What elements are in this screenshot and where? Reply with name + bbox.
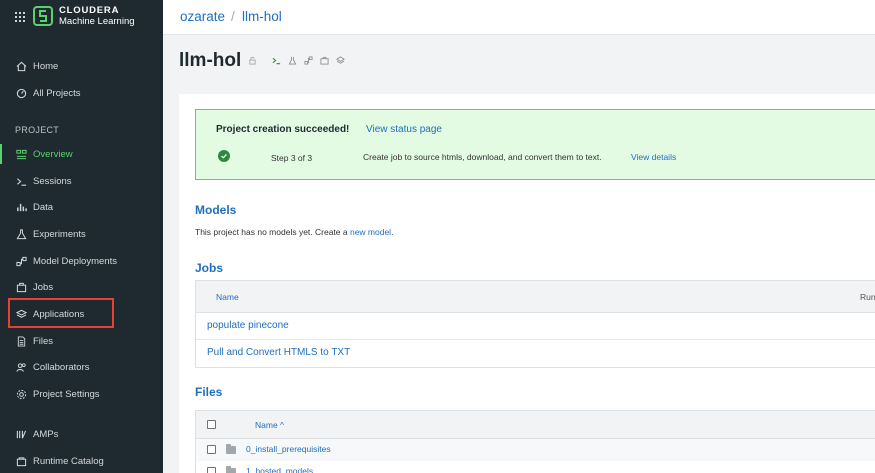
table-row: populate pinecone: [196, 313, 875, 340]
sidebar: CLOUDERA Machine Learning Home All Proje…: [0, 0, 163, 473]
sidebar-item-label: Experiments: [33, 228, 86, 240]
sidebar-item-jobs[interactable]: Jobs: [0, 275, 163, 299]
job-link[interactable]: Pull and Convert HTMLS to TXT: [207, 347, 350, 358]
gauge-icon: [15, 87, 27, 99]
models-empty-message: This project has no models yet. Create a: [195, 227, 350, 237]
overview-icon: [15, 148, 27, 160]
select-all-checkbox[interactable]: [207, 420, 216, 429]
breadcrumb-project[interactable]: llm-hol: [242, 9, 282, 24]
terminal-icon[interactable]: [272, 56, 281, 65]
step-description: Create job to source htmls, download, an…: [363, 152, 602, 162]
models-empty-text: This project has no models yet. Create a…: [195, 227, 393, 237]
job-link[interactable]: populate pinecone: [207, 320, 289, 331]
file-link[interactable]: 1_hosted_models: [246, 466, 313, 473]
deployments-icon: [15, 255, 27, 267]
sidebar-item-label: Sessions: [33, 175, 72, 187]
sidebar-item-label: Runtime Catalog: [33, 455, 104, 467]
catalog-icon: [15, 455, 27, 467]
cloudera-logo-icon: [33, 6, 53, 26]
files-table: Name ^ 0_install_prerequisites 1_hosted_…: [195, 410, 875, 473]
jobs-icon: [15, 281, 27, 293]
sidebar-item-label: Project Settings: [33, 388, 100, 400]
brand-name: CLOUDERA: [59, 5, 120, 16]
sidebar-item-files[interactable]: Files: [0, 329, 163, 353]
gear-icon: [15, 388, 27, 400]
users-icon: [15, 361, 27, 373]
sidebar-item-all-projects[interactable]: All Projects: [0, 81, 163, 105]
sidebar-item-label: Jobs: [33, 281, 54, 293]
brand-product: Machine Learning: [59, 16, 135, 27]
row-checkbox[interactable]: [207, 467, 216, 473]
lock-icon[interactable]: [248, 56, 257, 65]
table-row: Pull and Convert HTMLS to TXT: [196, 340, 875, 367]
applications-highlight-annotation: [8, 298, 114, 328]
sidebar-item-amps[interactable]: AMPs: [0, 422, 163, 446]
layers-icon[interactable]: [336, 56, 345, 65]
flask-icon[interactable]: [288, 56, 297, 65]
sidebar-item-collaborators[interactable]: Collaborators: [0, 355, 163, 379]
file-link[interactable]: 0_install_prerequisites: [246, 444, 331, 454]
file-icon: [15, 335, 27, 347]
sidebar-item-home[interactable]: Home: [0, 54, 163, 78]
view-details-link[interactable]: View details: [631, 152, 676, 162]
brand: CLOUDERA Machine Learning: [0, 0, 163, 36]
table-row: 0_install_prerequisites: [196, 439, 875, 461]
table-row: 1_hosted_models: [196, 461, 875, 473]
home-icon: [15, 60, 27, 72]
sidebar-item-label: Model Deployments: [33, 255, 117, 267]
deployments-icon[interactable]: [304, 56, 313, 65]
app-grid-icon[interactable]: [15, 12, 25, 22]
sidebar-item-model-deployments[interactable]: Model Deployments: [0, 249, 163, 273]
success-banner: Project creation succeeded! View status …: [195, 109, 875, 180]
sidebar-item-label: Files: [33, 335, 54, 347]
folder-icon: [226, 444, 236, 454]
sidebar-item-label: Home: [33, 60, 59, 72]
sidebar-item-overview[interactable]: Overview: [0, 142, 163, 166]
models-empty-suffix: .: [391, 227, 394, 237]
sidebar-item-label: Data: [33, 201, 54, 213]
column-header-name[interactable]: Name: [216, 292, 239, 302]
check-circle-icon: [218, 150, 230, 162]
terminal-icon: [15, 175, 27, 187]
sidebar-item-runtime-catalog[interactable]: Runtime Catalog: [0, 449, 163, 473]
section-label-project: PROJECT: [15, 125, 60, 135]
sidebar-item-label: Overview: [33, 148, 73, 160]
amps-icon: [15, 428, 27, 440]
column-header-run: Run: [860, 292, 875, 302]
folder-icon: [226, 466, 236, 473]
bar-chart-icon: [15, 201, 27, 213]
jobs-icon[interactable]: [320, 56, 329, 65]
jobs-table-header: Name Run: [196, 281, 875, 313]
view-status-page-link[interactable]: View status page: [366, 124, 442, 135]
sidebar-item-data[interactable]: Data: [0, 195, 163, 219]
flask-icon: [15, 228, 27, 240]
success-title: Project creation succeeded!: [216, 124, 350, 135]
jobs-table: Name Run populate pinecone Pull and Conv…: [195, 280, 875, 368]
row-checkbox[interactable]: [207, 445, 216, 454]
models-heading: Models: [195, 203, 237, 217]
title-actions: [248, 56, 352, 65]
new-model-link[interactable]: new model: [350, 227, 391, 237]
files-heading: Files: [195, 385, 223, 399]
breadcrumb-separator: /: [231, 9, 235, 24]
sidebar-item-experiments[interactable]: Experiments: [0, 222, 163, 246]
column-header-name[interactable]: Name ^: [255, 420, 284, 430]
page-title: llm-hol: [179, 50, 242, 71]
sidebar-item-label: Collaborators: [33, 361, 90, 373]
jobs-heading: Jobs: [195, 261, 224, 275]
sidebar-item-label: AMPs: [33, 428, 59, 440]
top-header: ozarate / llm-hol: [163, 0, 875, 35]
breadcrumb-user[interactable]: ozarate: [180, 9, 225, 24]
sidebar-item-label: All Projects: [33, 87, 81, 99]
sidebar-item-project-settings[interactable]: Project Settings: [0, 382, 163, 406]
sidebar-item-sessions[interactable]: Sessions: [0, 169, 163, 193]
files-table-header: Name ^: [196, 411, 875, 439]
step-indicator: Step 3 of 3: [271, 153, 313, 163]
